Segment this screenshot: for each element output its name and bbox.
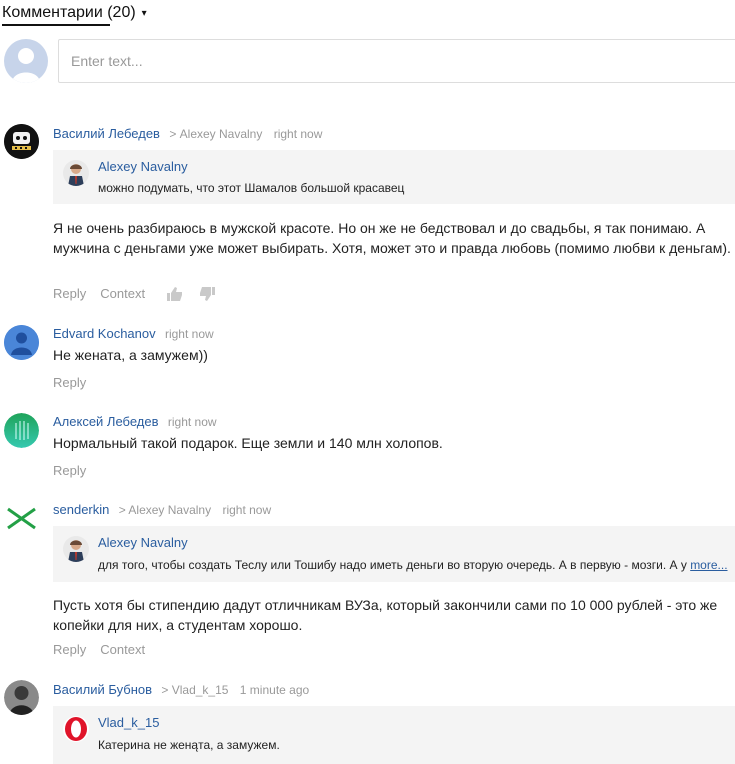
reply-button[interactable]: Reply xyxy=(53,375,86,390)
comment-meta: Алексей Лебедев right now xyxy=(53,414,217,429)
quoted-comment[interactable]: Vlad_k_15 Катерина не женąта, а замужем. xyxy=(53,706,735,764)
reply-to-link[interactable]: > Alexey Navalny xyxy=(119,503,211,517)
more-link[interactable]: more... xyxy=(690,558,727,572)
thumbs-down-icon[interactable] xyxy=(199,286,216,301)
avatar[interactable] xyxy=(4,501,39,536)
context-button[interactable]: Context xyxy=(100,642,145,657)
avatar xyxy=(63,536,89,562)
comment-meta: Василий Бубнов > Vlad_k_15 1 minute ago xyxy=(53,682,309,697)
reply-to-link[interactable]: > Alexey Navalny xyxy=(169,127,262,141)
comment-time[interactable]: right now xyxy=(222,503,271,517)
comment-composer xyxy=(4,39,735,85)
reply-to-link[interactable]: > Vlad_k_15 xyxy=(161,683,228,697)
comment-time[interactable]: right now xyxy=(168,415,217,429)
comment-time[interactable]: right now xyxy=(165,327,214,341)
avatar[interactable] xyxy=(4,325,39,360)
avatar xyxy=(63,160,89,186)
comment-text: Нормальный такой подарок. Еще земли и 14… xyxy=(53,435,443,451)
avatar[interactable] xyxy=(4,680,39,715)
quoted-text-row: для того, чтобы создать Теслу или Тошибу… xyxy=(98,558,728,572)
comment-author[interactable]: Василий Лебедев xyxy=(53,126,160,141)
quoted-comment[interactable]: Alexey Navalny можно подумать, что этот … xyxy=(53,150,735,204)
comment-author[interactable]: Алексей Лебедев xyxy=(53,414,159,429)
comment-text: Я не очень разбираюсь в мужской красоте.… xyxy=(53,220,731,256)
avatar[interactable] xyxy=(4,124,39,159)
comment-author[interactable]: Василий Бубнов xyxy=(53,682,152,697)
quoted-comment[interactable]: Alexey Navalny для того, чтобы создать Т… xyxy=(53,526,735,582)
comment-input[interactable] xyxy=(58,39,735,83)
quoted-author[interactable]: Vlad_k_15 xyxy=(98,715,159,730)
reply-button[interactable]: Reply xyxy=(53,463,86,478)
chevron-down-icon[interactable]: ▾ xyxy=(142,8,147,19)
comment-author[interactable]: Edvard Kochanov xyxy=(53,326,156,341)
comment-meta: Edvard Kochanov right now xyxy=(53,326,214,341)
comment-actions: Reply Context xyxy=(53,286,223,301)
comment-meta: Василий Лебедев > Alexey Navalny right n… xyxy=(53,126,322,141)
comment-actions: Reply xyxy=(53,375,100,390)
quoted-author[interactable]: Alexey Navalny xyxy=(98,535,188,550)
reply-button[interactable]: Reply xyxy=(53,286,86,301)
reply-button[interactable]: Reply xyxy=(53,642,86,657)
thumbs-up-icon[interactable] xyxy=(167,286,183,301)
quoted-text: можно подумать, что этот Шамалов большой… xyxy=(98,181,405,195)
comments-header[interactable]: Комментарии (20) ▾ xyxy=(2,0,147,26)
comment-actions: Reply Context xyxy=(53,642,159,657)
comment-text: Пусть хотя бы стипендию дадут отличникам… xyxy=(53,597,718,633)
opera-logo-icon xyxy=(63,716,89,742)
comment-meta: senderkin > Alexey Navalny right now xyxy=(53,502,271,517)
comment-text: Не жената, а замужем)) xyxy=(53,347,208,363)
comment-time[interactable]: 1 minute ago xyxy=(240,683,309,697)
header-underline xyxy=(2,24,110,26)
context-button[interactable]: Context xyxy=(100,286,145,301)
quoted-author[interactable]: Alexey Navalny xyxy=(98,159,188,174)
quoted-text: Катерина не женąта, а замужем. xyxy=(98,738,280,752)
comment-actions: Reply xyxy=(53,463,100,478)
comment-author[interactable]: senderkin xyxy=(53,502,109,517)
user-avatar-placeholder-icon xyxy=(4,39,48,83)
quoted-text: для того, чтобы создать Теслу или Тошибу… xyxy=(98,558,687,572)
comments-count-title: Комментарии (20) xyxy=(2,4,136,21)
comment-time[interactable]: right now xyxy=(274,127,323,141)
avatar[interactable] xyxy=(4,413,39,448)
